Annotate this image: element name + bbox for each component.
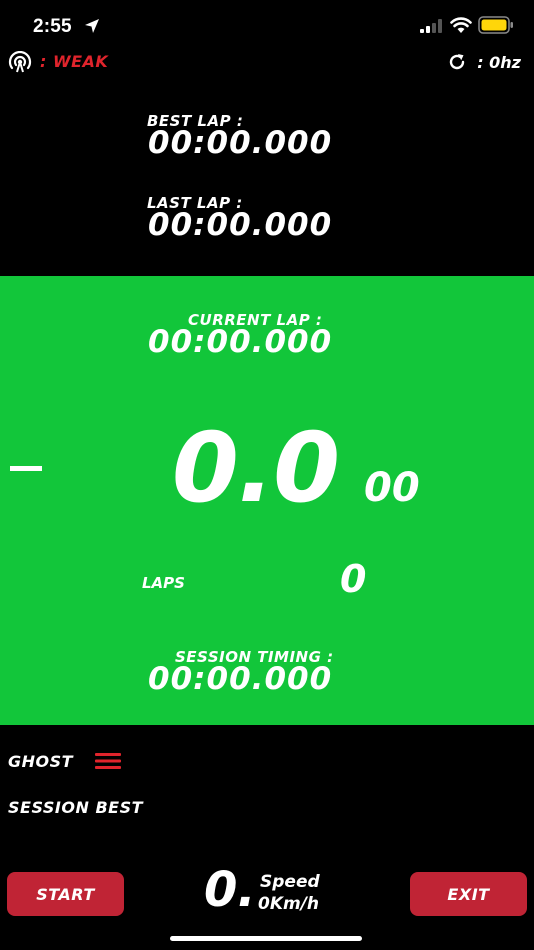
menu-icon[interactable] (95, 752, 121, 770)
delta-fraction: 00 (364, 465, 420, 511)
status-time: 2:55 (33, 16, 72, 37)
start-button[interactable]: START (7, 872, 124, 916)
laps-value: 0 (340, 557, 367, 601)
refresh-rate-value: : 0hz (477, 52, 521, 72)
gps-status: : WEAK (40, 52, 109, 71)
wifi-icon (450, 17, 472, 33)
current-lap-value: 00:00.000 (148, 324, 333, 360)
location-arrow-icon (85, 19, 99, 33)
gps-signal-icon (8, 51, 32, 73)
delta-main: 0.0 (172, 412, 340, 524)
home-indicator[interactable] (170, 936, 362, 941)
session-timing-value: 00:00.000 (148, 661, 333, 697)
speed-label: Speed (260, 872, 320, 892)
last-lap-value: 00:00.000 (148, 207, 333, 243)
laps-label: LAPS (142, 574, 185, 592)
cellular-signal-icon (420, 19, 442, 33)
refresh-rate-group[interactable]: : 0hz (447, 52, 521, 72)
best-lap-value: 00:00.000 (148, 125, 333, 161)
speed-integer: 0. (204, 862, 256, 918)
exit-button[interactable]: EXIT (410, 872, 527, 916)
ghost-label: GHOST (8, 752, 74, 771)
delta-sign (10, 466, 42, 471)
refresh-icon[interactable] (447, 52, 467, 72)
speed-value: 0Km/h (258, 894, 320, 914)
battery-icon (478, 16, 513, 34)
ghost-mode[interactable]: SESSION BEST (8, 798, 143, 817)
